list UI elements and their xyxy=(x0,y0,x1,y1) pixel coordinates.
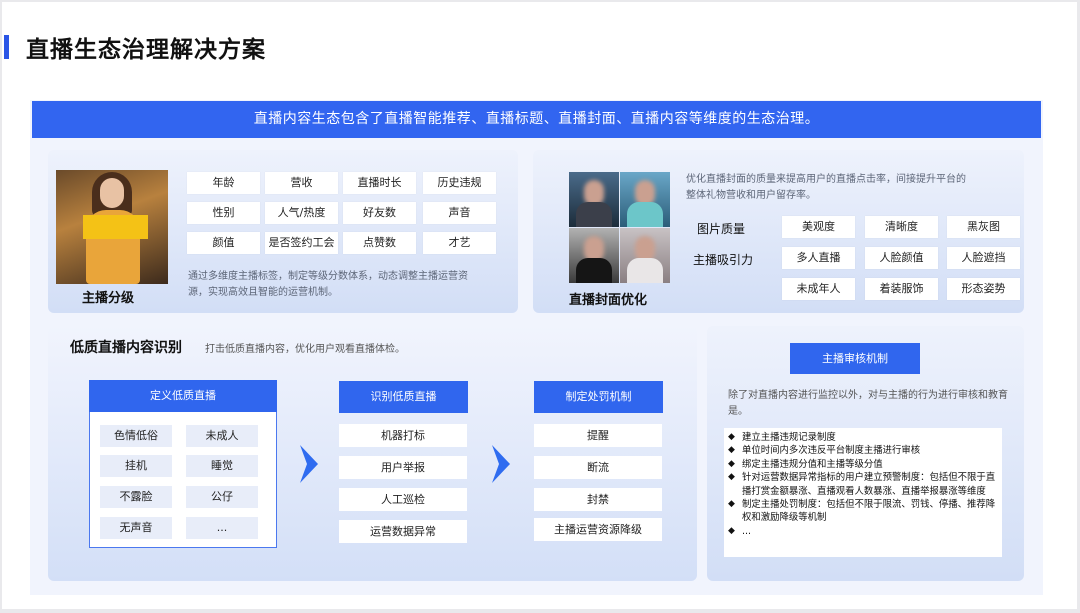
low-quality-subtitle: 打击低质直播内容，优化用户观看直播体检。 xyxy=(205,344,405,355)
chevron-right-icon xyxy=(492,445,510,483)
cover-thumb-1 xyxy=(569,172,619,227)
grading-tag: 年龄 xyxy=(187,172,260,194)
review-item-text: ... xyxy=(742,525,751,537)
grading-desc-line2: 源，实现高效且智能的运营机制。 xyxy=(188,287,338,298)
cover-row-label-quality: 图片质量 xyxy=(697,222,746,236)
review-desc: 除了对直播内容进行监控以外，对与主播的行为进行审核和教育是。 xyxy=(728,390,1008,417)
cover-desc-line1: 优化直播封面的质量来提高用户的直播点击率，间接提升平台的 xyxy=(686,174,966,185)
review-mechanism-button[interactable]: 主播审核机制 xyxy=(790,343,920,374)
diamond-bullet-icon: ◆ xyxy=(728,525,735,536)
diamond-bullet-icon: ◆ xyxy=(728,499,735,510)
identify-tag: 机器打标 xyxy=(339,424,467,447)
review-list-item: ◆ 针对运营数据异常指标的用户建立预警制度：包括但不限于直播打赏金额暴涨、直播观看… xyxy=(728,471,998,498)
review-list-item: ◆ 单位时间内多次违反平台制度主播进行审核 xyxy=(728,444,998,457)
grading-tag: 点赞数 xyxy=(343,232,416,254)
identify-tag: 人工巡检 xyxy=(339,488,467,511)
review-list: ◆ 建立主播违规记录制度 ◆ 单位时间内多次违反平台制度主播进行审核 ◆ 绑定主播违规分值… xyxy=(724,428,1002,557)
review-list-item: ◆ 制定主播处罚制度：包括但不限于限流、罚钱、停播、推荐降权和激励降级等机制 xyxy=(728,498,998,525)
cover-label: 直播封面优化 xyxy=(569,293,648,308)
grading-tag: 好友数 xyxy=(343,202,416,224)
body-shape xyxy=(627,202,663,227)
punish-tag: 断流 xyxy=(534,456,662,479)
define-head: 定义低质直播 xyxy=(89,380,277,412)
diamond-bullet-icon: ◆ xyxy=(728,472,735,483)
grading-tag: 人气/热度 xyxy=(265,202,338,224)
define-tag: 色情低俗 xyxy=(100,425,172,447)
cover-tag: 多人直播 xyxy=(782,247,855,269)
cover-row-label-appeal: 主播吸引力 xyxy=(693,253,754,267)
grading-desc-line1: 通过多维度主播标签，制定等级分数体系，动态调整主播运营资 xyxy=(188,271,468,282)
page-title: 直播生态治理解决方案 xyxy=(26,37,266,63)
cover-tag: 美观度 xyxy=(782,216,855,238)
review-list-item: ◆... xyxy=(728,525,998,538)
cover-tag: 着装服饰 xyxy=(865,278,938,300)
body-shape xyxy=(627,258,663,283)
define-tag: 未成人 xyxy=(186,425,258,447)
privacy-mask xyxy=(83,215,148,239)
cover-thumb-4 xyxy=(620,228,670,283)
define-tag: 公仔 xyxy=(186,486,258,508)
grading-tag: 是否签约工会 xyxy=(265,232,338,254)
streamer-photo xyxy=(56,170,168,284)
review-item-text: 绑定主播违规分值和主播等级分值 xyxy=(742,458,883,470)
define-tag: 无声音 xyxy=(100,517,172,539)
review-list-item: ◆ 绑定主播违规分值和主播等级分值 xyxy=(728,458,998,471)
review-item-text: 建立主播违规记录制度 xyxy=(742,432,836,443)
review-item-text: 针对运营数据异常指标的用户建立预警制度：包括但不限于直播打赏金额暴涨、直播观看人… xyxy=(742,472,996,497)
identify-tag: 运营数据异常 xyxy=(339,520,467,543)
define-tag: 睡觉 xyxy=(186,455,258,477)
cover-thumb-3 xyxy=(569,228,619,283)
banner: 直播内容生态包含了直播智能推荐、直播标题、直播封面、直播内容等维度的生态治理。 xyxy=(32,101,1041,138)
cover-tag: 人脸遮挡 xyxy=(947,247,1020,269)
body-shape xyxy=(576,202,612,227)
grading-tag: 颜值 xyxy=(187,232,260,254)
punish-tag: 提醒 xyxy=(534,424,662,447)
grading-label: 主播分级 xyxy=(82,291,135,306)
head-shape xyxy=(100,178,124,208)
define-tag: 挂机 xyxy=(100,455,172,477)
punish-head: 制定处罚机制 xyxy=(534,381,663,413)
cover-thumb-2 xyxy=(620,172,670,227)
grading-tag: 声音 xyxy=(423,202,496,224)
identify-tag: 用户举报 xyxy=(339,456,467,479)
grading-tag: 营收 xyxy=(265,172,338,194)
cover-tag: 黑灰图 xyxy=(947,216,1020,238)
grading-tag: 性别 xyxy=(187,202,260,224)
grading-tag: 历史违规 xyxy=(423,172,496,194)
cover-tag: 形态姿势 xyxy=(947,278,1020,300)
diamond-bullet-icon: ◆ xyxy=(728,458,735,469)
review-item-text: 单位时间内多次违反平台制度主播进行审核 xyxy=(742,445,921,457)
review-item-text: 制定主播处罚制度：包括但不限于限流、罚钱、停播、推荐降权和激励降级等机制 xyxy=(742,499,996,524)
diamond-bullet-icon: ◆ xyxy=(728,432,735,442)
review-list-item: ◆ 建立主播违规记录制度 xyxy=(728,431,998,444)
cover-tag: 清晰度 xyxy=(865,216,938,238)
define-tag: 不露脸 xyxy=(100,486,172,508)
grading-tag: 才艺 xyxy=(423,232,496,254)
title-accent-bar xyxy=(4,35,9,59)
identify-head: 识别低质直播 xyxy=(339,381,468,413)
grading-tag: 直播时长 xyxy=(343,172,416,194)
diamond-bullet-icon: ◆ xyxy=(728,445,735,456)
cover-desc-line2: 整体礼物营收和用户留存率。 xyxy=(686,190,816,201)
body-shape xyxy=(576,258,612,283)
low-quality-title: 低质直播内容识别 xyxy=(70,340,182,356)
cover-tag: 未成年人 xyxy=(782,278,855,300)
chevron-right-icon xyxy=(300,445,318,483)
define-tag: ... xyxy=(186,517,258,539)
punish-tag: 封禁 xyxy=(534,488,662,511)
cover-tag: 人脸颜值 xyxy=(865,247,938,269)
punish-tag: 主播运营资源降级 xyxy=(534,518,662,541)
